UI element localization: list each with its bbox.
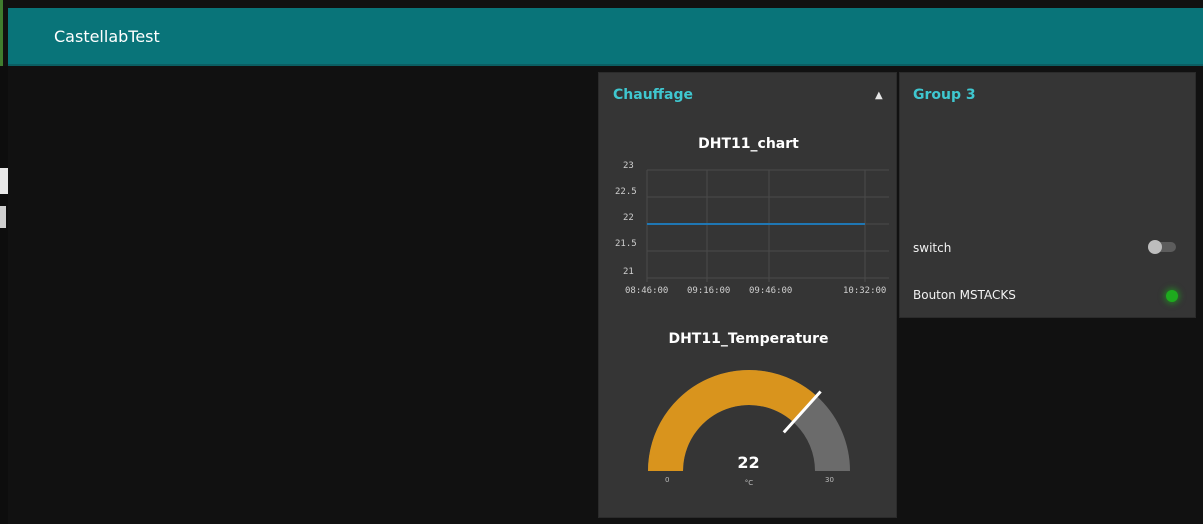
gauge-title: DHT11_Temperature [668, 331, 829, 347]
gauge-value: 22 [737, 453, 760, 472]
left-edge-highlight [0, 168, 8, 194]
x-tick-label: 09:16:00 [687, 286, 731, 296]
group-3: Group 3 switch Bouton MSTACKS [899, 72, 1196, 318]
line-chart [646, 169, 889, 282]
left-edge-accent [0, 0, 3, 66]
x-tick-label: 08:46:00 [625, 286, 669, 296]
gauge-unit: °C [744, 479, 754, 487]
gauge-max-label: 30 [825, 476, 834, 484]
x-tick-label: 10:32:00 [843, 286, 887, 296]
gauge-min-label: 0 [665, 476, 670, 484]
group-title-group-3: Group 3 [913, 87, 976, 103]
group-chauffage: Chauffage ▲ DHT11_chart 23 22.5 22 21.5 … [598, 72, 897, 518]
x-tick-label: 09:46:00 [749, 286, 793, 296]
top-toolbar: CastellabTest [8, 8, 1203, 66]
led-label: Bouton MSTACKS [913, 288, 1016, 302]
left-edge [0, 66, 8, 524]
status-led [1166, 290, 1178, 302]
switch-toggle[interactable] [1148, 237, 1178, 257]
switch-label: switch [913, 241, 952, 255]
left-edge-highlight-2 [0, 206, 6, 228]
app-title: CastellabTest [54, 27, 160, 46]
